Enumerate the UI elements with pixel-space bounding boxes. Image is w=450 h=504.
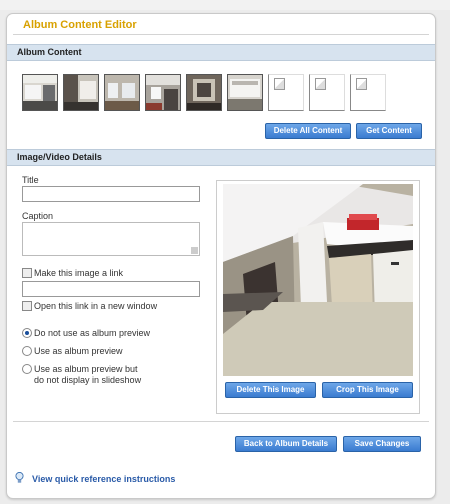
broken-image-icon <box>315 78 326 90</box>
preview-option-label-1: Do not use as album preview <box>34 328 151 338</box>
kitchen-photo <box>223 184 413 376</box>
thumbnail-5[interactable] <box>186 74 222 111</box>
image-video-details-header: Image/Video Details <box>7 149 435 166</box>
thumbnail-image <box>146 75 180 110</box>
selected-image-preview <box>223 184 413 376</box>
preview-option-label-3-line2: do not display in slideshow <box>34 375 142 385</box>
thumbnail-2[interactable] <box>63 74 99 111</box>
crop-this-image-button[interactable]: Crop This Image <box>322 382 413 398</box>
footer-divider <box>13 421 429 422</box>
resize-grip-icon[interactable] <box>191 247 198 254</box>
caption-label: Caption <box>22 211 54 221</box>
preview-option-radio-3[interactable] <box>22 364 32 374</box>
new-window-checkbox[interactable] <box>22 301 32 311</box>
thumbnail-placeholder-1[interactable] <box>268 74 304 111</box>
delete-all-content-button[interactable]: Delete All Content <box>265 123 351 139</box>
thumbnail-placeholder-3[interactable] <box>350 74 386 111</box>
thumbnail-image <box>187 75 221 110</box>
album-content-editor-panel: Album Content Editor Album Content Delet… <box>6 13 436 499</box>
thumbnail-placeholder-2[interactable] <box>309 74 345 111</box>
delete-this-image-button[interactable]: Delete This Image <box>225 382 316 398</box>
thumbnail-4[interactable] <box>145 74 181 111</box>
broken-image-icon <box>274 78 285 90</box>
quick-reference-link[interactable]: View quick reference instructions <box>32 474 175 484</box>
top-strip <box>0 0 450 10</box>
album-content-header: Album Content <box>7 44 435 61</box>
thumbnail-3[interactable] <box>104 74 140 111</box>
preview-option-label-2: Use as album preview <box>34 346 123 356</box>
thumbnail-1[interactable] <box>22 74 58 111</box>
thumbnail-image <box>64 75 98 110</box>
panel-title: Album Content Editor <box>23 19 137 31</box>
make-link-checkbox[interactable] <box>22 268 32 278</box>
preview-option-radio-1[interactable] <box>22 328 32 338</box>
thumbnail-image <box>228 75 262 110</box>
make-link-label: Make this image a link <box>34 268 124 278</box>
thumbnail-image <box>105 75 139 110</box>
preview-option-radio-2[interactable] <box>22 346 32 356</box>
lightbulb-icon <box>15 472 24 483</box>
thumbnail-image <box>23 75 57 110</box>
preview-option-label-3: Use as album preview but <box>34 364 138 374</box>
thumbnail-6[interactable] <box>227 74 263 111</box>
save-changes-button[interactable]: Save Changes <box>343 436 421 452</box>
title-input[interactable] <box>22 186 200 202</box>
caption-textarea[interactable] <box>22 222 200 256</box>
new-window-label: Open this link in a new window <box>34 301 158 311</box>
broken-image-icon <box>356 78 367 90</box>
get-content-button[interactable]: Get Content <box>356 123 422 139</box>
back-to-album-details-button[interactable]: Back to Album Details <box>235 436 337 452</box>
image-preview-box: Delete This Image Crop This Image <box>216 180 420 414</box>
title-divider <box>13 34 429 35</box>
link-url-input[interactable] <box>22 281 200 297</box>
title-label: Title <box>22 175 39 185</box>
